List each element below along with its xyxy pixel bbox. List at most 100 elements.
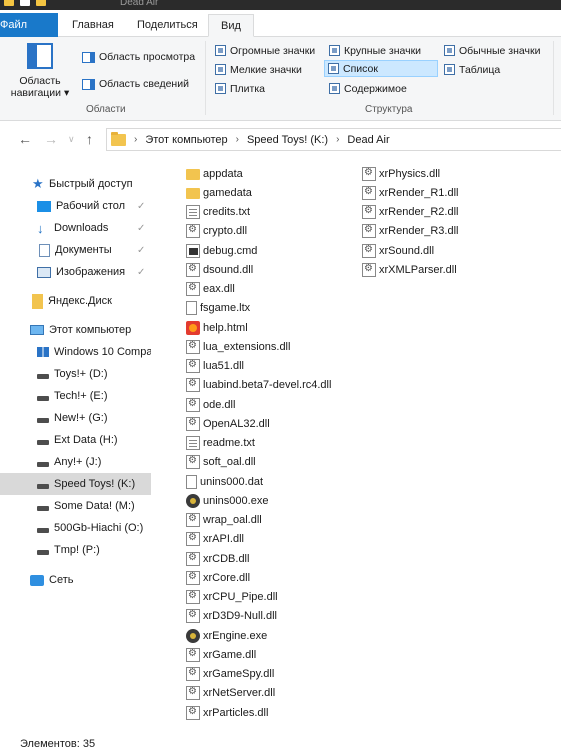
file-item[interactable]: xrParticles.dll (186, 703, 268, 722)
file-item[interactable]: xrRender_R1.dll (362, 183, 458, 202)
layout-tiles[interactable]: Плитка (212, 80, 268, 97)
pictures-icon (37, 266, 51, 278)
file-name: xrCPU_Pipe.dll (203, 591, 278, 603)
file-item[interactable]: luabind.beta7-devel.rc4.dll (186, 376, 331, 395)
navigation-pane-label: Область навигации (10, 75, 62, 99)
tab-share[interactable]: Поделиться (125, 14, 210, 37)
pin-icon[interactable]: ✓ (137, 267, 145, 278)
back-arrow-icon[interactable]: ← (18, 131, 32, 147)
file-name: readme.txt (203, 437, 255, 449)
file-item[interactable]: unins000.dat (186, 472, 263, 491)
file-name: xrEngine.exe (203, 629, 268, 642)
file-item[interactable]: debug.cmd (186, 241, 257, 260)
layout-table[interactable]: Таблица (441, 61, 503, 78)
file-name: xrNetServer.dll (203, 687, 276, 700)
nav-drive[interactable]: Any!+ (J:) (0, 451, 151, 473)
preview-pane-icon (82, 51, 95, 63)
file-name: xrAPI.dll (203, 533, 244, 546)
file-item[interactable]: xrXMLParser.dll (362, 260, 457, 279)
layout-medium-icons[interactable]: Обычные значки (441, 42, 543, 59)
nav-drive[interactable]: Toys!+ (D:) (0, 363, 151, 385)
file-item[interactable]: readme.txt (186, 434, 255, 453)
nav-drive[interactable]: Tech!+ (E:) (0, 385, 151, 407)
file-item[interactable]: eax.dll (186, 280, 235, 299)
nav-network[interactable]: Сеть (0, 569, 151, 591)
chevron-down-icon[interactable]: ∨ (68, 134, 75, 145)
file-item[interactable]: dsound.dll (186, 260, 253, 279)
nav-drive[interactable]: Ext Data (H:) (0, 429, 151, 451)
details-pane-icon (82, 78, 95, 90)
chevron-right-icon[interactable]: › (134, 134, 137, 145)
layout-large-icons[interactable]: Крупные значки (326, 42, 424, 59)
nav-drive[interactable]: Tmp! (P:) (0, 539, 151, 561)
file-item[interactable]: xrEngine.exe (186, 626, 267, 645)
pin-icon[interactable]: ✓ (137, 245, 145, 256)
breadcrumb-drive[interactable]: Speed Toys! (K:) (247, 134, 328, 146)
pin-icon[interactable]: ✓ (137, 223, 145, 234)
nav-drive-selected[interactable]: Speed Toys! (K:) (0, 473, 151, 495)
tab-file[interactable]: Файл (0, 13, 58, 37)
tab-view[interactable]: Вид (208, 14, 254, 37)
nav-drive[interactable]: Windows 10 Compa (0, 341, 151, 363)
file-item[interactable]: xrAPI.dll (186, 530, 244, 549)
pin-icon[interactable]: ✓ (137, 201, 145, 212)
file-item[interactable]: unins000.exe (186, 491, 268, 510)
file-item[interactable]: xrRender_R2.dll (362, 203, 458, 222)
file-item[interactable]: lua51.dll (186, 357, 244, 376)
file-item[interactable]: xrCDB.dll (186, 549, 249, 568)
file-item[interactable]: xrNetServer.dll (186, 684, 275, 703)
file-item[interactable]: wrap_oal.dll (186, 511, 262, 530)
nav-documents[interactable]: Документы ✓ (0, 239, 151, 261)
file-item[interactable]: xrD3D9-Null.dll (186, 607, 277, 626)
file-item[interactable]: OpenAL32.dll (186, 414, 270, 433)
file-item[interactable]: gamedata (186, 183, 252, 202)
nav-pictures[interactable]: Изображения ✓ (0, 261, 151, 283)
layout-list[interactable]: Список (324, 60, 438, 77)
dll-file-icon (186, 513, 200, 527)
breadcrumb-this-pc[interactable]: Этот компьютер (145, 134, 227, 146)
file-item[interactable]: crypto.dll (186, 222, 247, 241)
file-item[interactable]: appdata (186, 164, 243, 183)
layout-content[interactable]: Содержимое (326, 80, 410, 97)
file-item[interactable]: xrCore.dll (186, 568, 250, 587)
nav-yandex-disk[interactable]: Яндекс.Диск (0, 290, 151, 312)
file-item[interactable]: fsgame.ltx (186, 299, 250, 318)
forward-arrow-icon[interactable]: → (44, 131, 58, 147)
file-item[interactable]: lua_extensions.dll (186, 337, 290, 356)
breadcrumb-folder[interactable]: Dead Air (347, 134, 389, 146)
nav-this-pc[interactable]: Этот компьютер (0, 319, 151, 341)
nav-drive[interactable]: Some Data! (M:) (0, 495, 151, 517)
nav-downloads[interactable]: ↓ Downloads ✓ (0, 217, 151, 239)
up-arrow-icon[interactable]: ↑ (86, 131, 93, 147)
file-item[interactable]: ode.dll (186, 395, 235, 414)
properties-icon[interactable] (20, 0, 30, 6)
file-name: xrPhysics.dll (379, 167, 441, 180)
file-item[interactable]: xrCPU_Pipe.dll (186, 588, 278, 607)
address-bar[interactable]: › Этот компьютер › Speed Toys! (K:) › De… (106, 128, 561, 151)
nav-drive[interactable]: New!+ (G:) (0, 407, 151, 429)
preview-pane-button[interactable]: Область просмотра (82, 51, 195, 63)
layout-small-icons[interactable]: Мелкие значки (212, 61, 305, 78)
layout-huge-icons[interactable]: Огромные значки (212, 42, 318, 59)
address-row: ← → ∨ ↑ › Этот компьютер › Speed Toys! (… (0, 121, 561, 157)
file-item[interactable]: help.html (186, 318, 248, 337)
file-item[interactable]: xrGameSpy.dll (186, 665, 274, 684)
ribbon-scroll[interactable] (553, 41, 561, 115)
nav-desktop[interactable]: Рабочий стол ✓ (0, 195, 151, 217)
file-item[interactable]: credits.txt (186, 203, 250, 222)
nav-label: Документы (55, 244, 112, 256)
navigation-pane-button[interactable]: Область навигации ▾ (10, 43, 70, 99)
chevron-right-icon[interactable]: › (336, 134, 339, 145)
file-item[interactable]: xrPhysics.dll (362, 164, 440, 183)
file-item[interactable]: xrSound.dll (362, 241, 434, 260)
details-pane-button[interactable]: Область сведений (82, 78, 189, 90)
new-folder-icon[interactable] (36, 0, 46, 6)
file-item[interactable]: xrRender_R3.dll (362, 222, 458, 241)
nav-drive[interactable]: 500Gb-Hiachi (O:) (0, 517, 151, 539)
file-item[interactable]: soft_oal.dll (186, 453, 256, 472)
file-item[interactable]: xrGame.dll (186, 645, 256, 664)
app-icon (186, 628, 200, 643)
chevron-right-icon[interactable]: › (236, 134, 239, 145)
nav-quick-access[interactable]: ★ Быстрый доступ (0, 173, 151, 195)
tab-home[interactable]: Главная (60, 14, 126, 37)
